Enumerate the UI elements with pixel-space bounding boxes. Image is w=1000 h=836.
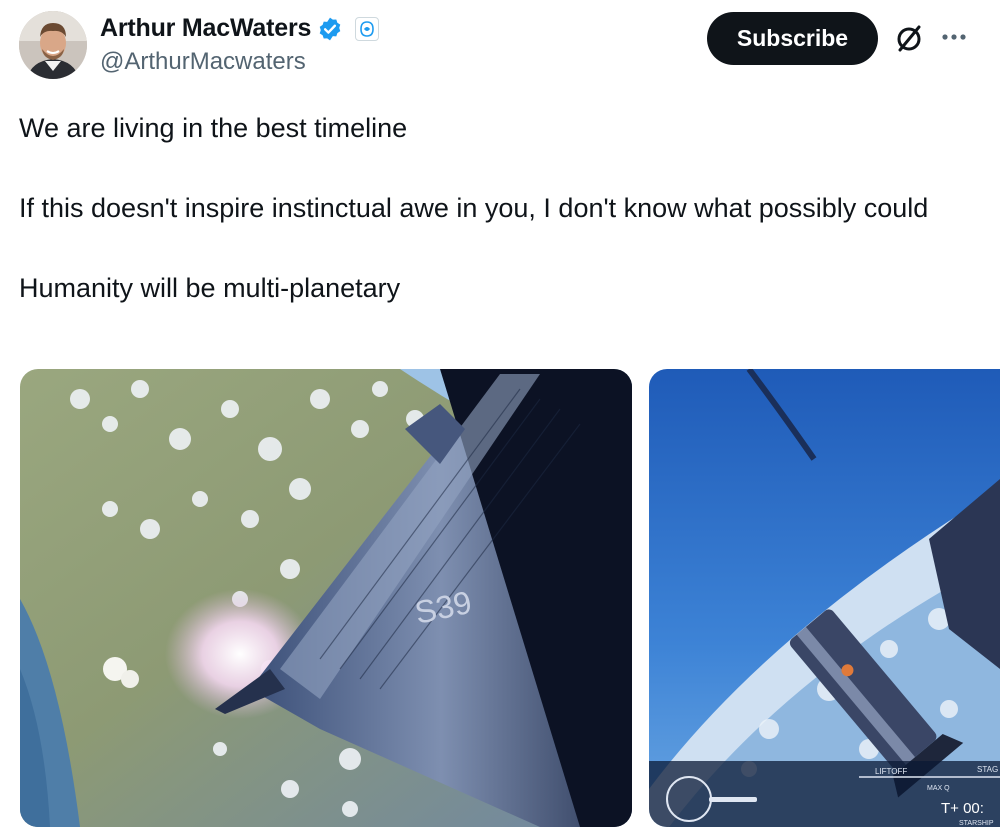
- tweet-line: We are living in the best timeline: [19, 113, 408, 143]
- more-icon[interactable]: [937, 20, 971, 54]
- media-image-starship-ascent[interactable]: S39: [20, 369, 632, 827]
- hud-stage-label: STAG: [977, 765, 998, 774]
- tweet-line: Humanity will be multi-planetary: [19, 273, 401, 303]
- media-image-booster[interactable]: LIFTOFF MAX Q STAG T+ 00: STARSHIP: [649, 369, 1000, 827]
- hud-timer: T+ 00:: [941, 800, 984, 817]
- user-handle[interactable]: @ArthurMacwaters: [100, 48, 306, 76]
- affiliation-badge-icon[interactable]: [355, 16, 380, 41]
- avatar[interactable]: [19, 11, 87, 79]
- hud-maxq-label: MAX Q: [927, 785, 950, 792]
- grok-icon[interactable]: [892, 22, 926, 56]
- hud-liftoff-label: LIFTOFF: [875, 767, 907, 776]
- display-name[interactable]: Arthur MacWaters: [100, 14, 311, 43]
- verified-badge-icon[interactable]: [317, 16, 343, 42]
- hud-vehicle-label: STARSHIP: [959, 820, 994, 827]
- tweet-header: Arthur MacWaters @ArthurMacwaters Subscr…: [0, 0, 1000, 90]
- tweet-line: If this doesn't inspire instinctual awe …: [19, 193, 929, 223]
- tweet-text: We are living in the best timeline If th…: [19, 108, 969, 308]
- subscribe-button[interactable]: Subscribe: [707, 12, 878, 65]
